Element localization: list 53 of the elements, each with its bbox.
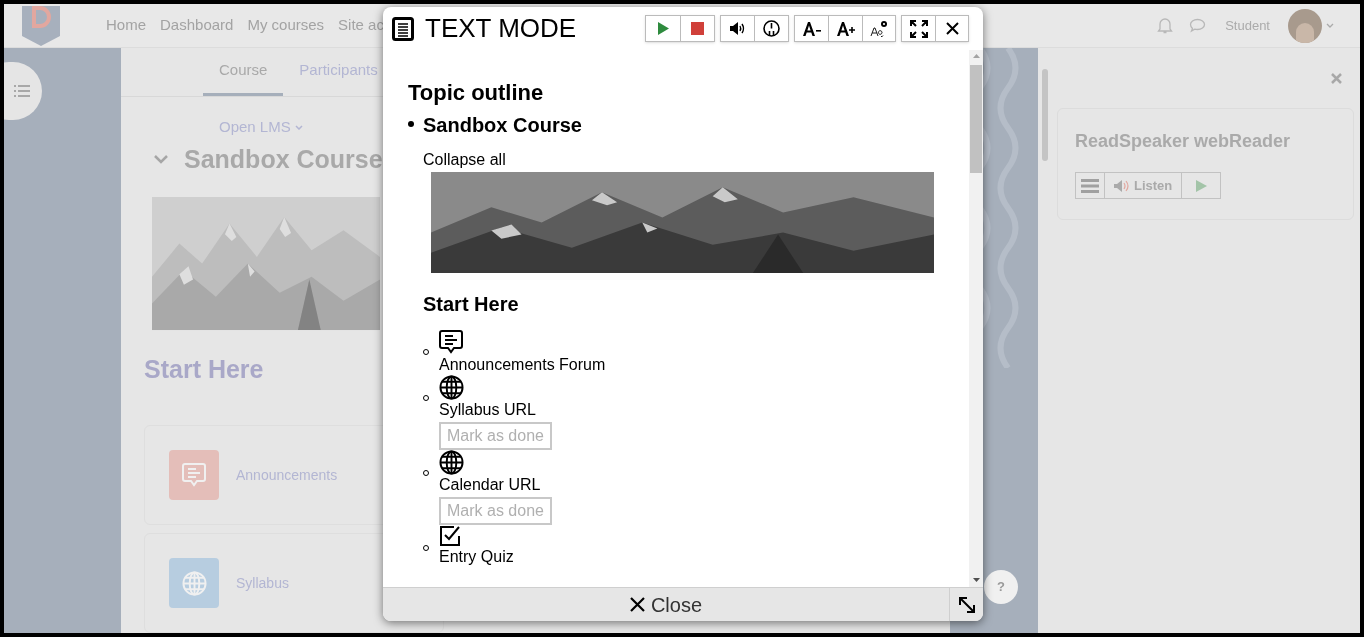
- speaker-icon: [729, 22, 746, 35]
- section-heading: Start Here: [423, 292, 519, 317]
- chevron-down-icon[interactable]: [1326, 23, 1334, 28]
- gauge-icon: [763, 20, 780, 37]
- nav-link[interactable]: Site ac: [338, 14, 384, 37]
- close-icon: [629, 597, 645, 612]
- course-tab[interactable]: Course: [203, 48, 284, 97]
- speaker-icon: [1114, 179, 1130, 192]
- scrollbar-thumb[interactable]: [1042, 69, 1048, 161]
- list-icon: [14, 85, 30, 97]
- smaller-text-icon: [802, 21, 821, 36]
- section-title: Start Here: [144, 353, 264, 385]
- chevron-down-icon[interactable]: [154, 155, 168, 165]
- section-heading: Topic outline: [408, 79, 544, 107]
- course-heading: Sandbox Course: [423, 113, 582, 138]
- nav-link[interactable]: Dashboard: [160, 14, 234, 37]
- scrollbar[interactable]: [969, 50, 983, 587]
- logo-icon[interactable]: [22, 5, 60, 46]
- globe-icon: [439, 375, 464, 400]
- chat-icon[interactable]: [1189, 18, 1207, 33]
- activity-link[interactable]: Syllabus URL: [439, 400, 536, 420]
- collapse-link[interactable]: Collapse all: [423, 148, 506, 172]
- scrollbar-thumb[interactable]: [970, 65, 982, 173]
- activity-link[interactable]: Announcements Forum: [439, 355, 606, 375]
- scroll-up-icon[interactable]: [972, 54, 980, 58]
- play-icon: [657, 22, 669, 35]
- bell-icon[interactable]: [1157, 17, 1174, 34]
- chevron-down-icon: [294, 125, 303, 131]
- play-icon: [1195, 179, 1207, 192]
- checkbox-icon: [439, 525, 461, 547]
- globe-icon: [181, 570, 207, 596]
- scroll-down-icon[interactable]: [972, 578, 980, 582]
- expand-icon: [909, 19, 928, 38]
- course-title: Sandbox Course: [184, 143, 383, 175]
- menu-icon: [1081, 178, 1099, 193]
- diagonal-arrow-icon: [957, 595, 976, 614]
- nav-link[interactable]: My courses: [247, 14, 325, 37]
- avatar[interactable]: [1288, 8, 1322, 43]
- text-settings-icon: [870, 20, 888, 37]
- speech-bubble-icon: [182, 462, 206, 488]
- larger-text-icon: [836, 21, 855, 36]
- close-icon: [945, 22, 959, 35]
- speech-bubble-icon: [439, 329, 463, 355]
- nav-link[interactable]: Home: [106, 14, 146, 37]
- block-title: ReadSpeaker webReader: [1075, 130, 1292, 153]
- close-icon[interactable]: [1331, 73, 1342, 84]
- mark-as-done-button[interactable]: Mark as done: [439, 422, 552, 450]
- dialog-title: TEXT MODE: [425, 12, 577, 45]
- globe-icon: [439, 450, 464, 475]
- document-icon: [392, 16, 414, 41]
- stop-icon: [691, 22, 704, 35]
- mark-as-done-button[interactable]: Mark as done: [439, 497, 552, 525]
- user-name[interactable]: Student: [1225, 15, 1270, 36]
